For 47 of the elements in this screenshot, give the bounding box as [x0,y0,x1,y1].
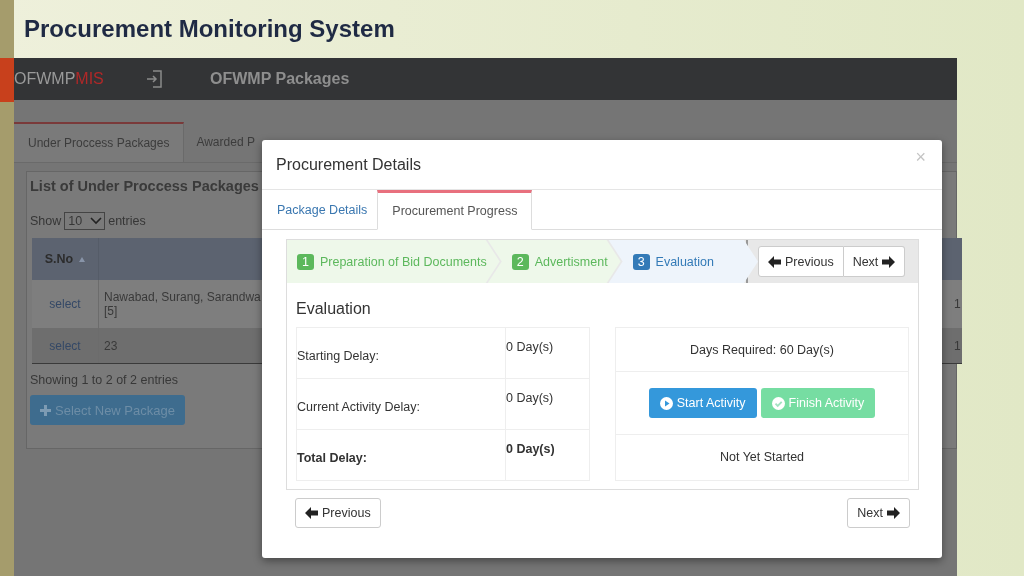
arrow-left-icon [768,255,781,268]
delay-value: 0 Day(s) [506,442,555,456]
close-button[interactable]: × [911,147,930,168]
slide-title: Procurement Monitoring System [24,15,395,43]
play-icon [659,396,673,410]
entries-label: entries [108,214,146,228]
table-cell: [5] [104,304,118,318]
days-required: Days Required: 60 Day(s) [690,342,834,357]
previous-button[interactable]: Previous [295,498,381,528]
table-cell: 1 [954,297,962,311]
delay-value: 0 Day(s) [506,340,554,354]
tab[interactable]: Awarded P [184,122,267,162]
panel-title: List of Under Proccess Packages [30,178,260,194]
previous-button[interactable]: Previous [758,246,844,277]
tab[interactable]: Procurement Progress [377,190,533,230]
wizard-step[interactable]: 3 Evaluation [608,240,758,283]
activity-status: Not Yet Started [719,449,805,464]
arrow-right-icon [887,507,900,519]
start-activity-button[interactable]: Start Activity [648,388,757,418]
next-button[interactable]: Next [847,498,910,528]
select-link[interactable]: select [49,338,81,353]
select-link[interactable]: select [49,297,81,311]
tab[interactable]: Under Proccess Packages [14,122,185,162]
modal-title: Procurement Details [276,155,421,174]
delay-value: 0 Day(s) [506,391,554,405]
wizard-step[interactable]: 1 Preparation of Bid Documents [287,240,500,283]
brand-logo[interactable]: OFWMPMIS [14,70,146,88]
delay-label: Starting Delay: [297,349,379,363]
next-button[interactable]: Next [843,246,906,277]
check-circle-icon [771,396,785,410]
plus-icon [40,404,51,416]
accent-bar [0,58,14,102]
table-cell: Nawabad, Surang, Sarandwa [104,290,261,304]
arrow-left-icon [305,507,318,519]
delay-label: Total Delay: [297,451,367,465]
wizard-step[interactable]: 2 Advertisment [487,240,621,283]
show-label: Show [30,214,62,228]
page-title: OFWMP Packages [210,70,350,88]
table-info: Showing 1 to 2 of 2 entries [30,373,179,387]
sign-in-icon[interactable] [146,70,162,88]
chevron-down-icon [90,217,103,225]
tab[interactable]: Package Details [267,190,378,229]
section-title: Evaluation [296,300,372,318]
delay-label: Current Activity Delay: [297,400,420,414]
arrow-right-icon [882,255,896,268]
sort-icon [79,256,86,262]
page-size-select[interactable]: 10 [64,212,106,230]
